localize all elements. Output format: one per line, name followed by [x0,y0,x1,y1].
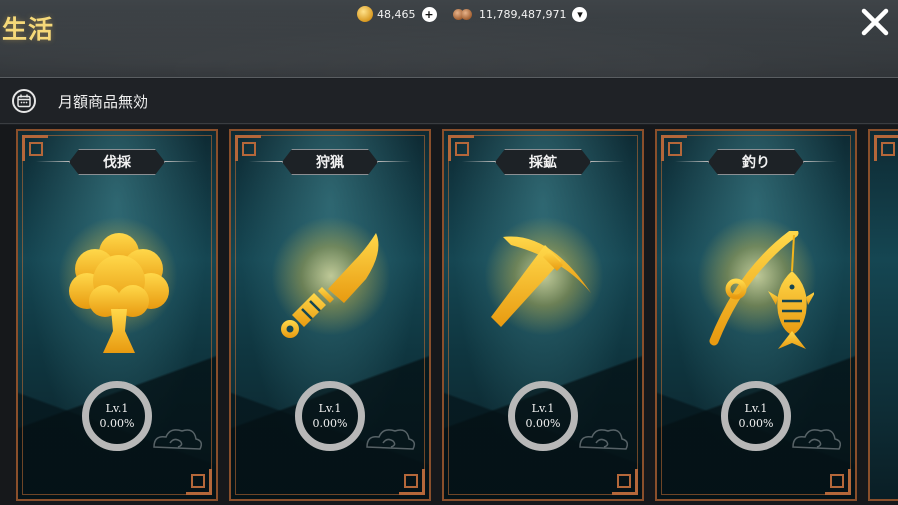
gold-coin-icon [357,6,373,22]
subscription-status-text: 月額商品無効 [58,92,149,111]
skill-label: 伐採 [69,149,165,175]
knife-icon [281,233,379,338]
level-text: Lv.1 [744,402,768,415]
calendar-icon [12,89,36,113]
subscription-notice: 月額商品無効 [0,79,898,124]
cloud-ornament-icon [153,429,203,450]
silver-currency: 11,789,487,971 ▾ [453,5,588,23]
silver-amount: 11,789,487,971 [479,7,567,21]
level-progress-ring: Lv.1 0.00% [82,381,152,451]
level-text: Lv.1 [105,402,129,415]
level-text: Lv.1 [531,402,555,415]
skill-label: 採鉱 [495,149,591,175]
life-skill-list: 伐採 Lv.1 0.00% 狩猟 Lv.1 0.00% 採鉱 Lv.1 0.00… [0,125,898,505]
top-bar: 生活 48,465 + 11,789,487,971 ▾ [0,0,898,78]
cloud-ornament-icon [579,429,629,450]
progress-text: 0.00% [99,417,135,430]
silver-dropdown-button[interactable]: ▾ [572,6,588,22]
gold-amount: 48,465 [377,7,416,21]
add-gold-button[interactable]: + [421,6,437,22]
level-progress-ring: Lv.1 0.00% [508,381,578,451]
cloud-ornament-icon [366,429,416,450]
gold-currency: 48,465 + [357,5,437,23]
level-progress-ring: Lv.1 0.00% [295,381,365,451]
close-button[interactable] [858,5,892,39]
pickaxe-icon [491,236,591,327]
skill-card-fishing[interactable]: 釣り Lv.1 0.00% [655,129,857,501]
progress-text: 0.00% [525,417,561,430]
skill-label: 釣り [708,149,804,175]
fishing-rod-icon [709,231,814,349]
progress-text: 0.00% [312,417,348,430]
skill-card-next[interactable] [868,129,898,501]
skill-card-mining[interactable]: 採鉱 Lv.1 0.00% [442,129,644,501]
tree-icon [69,233,169,353]
cloud-ornament-icon [792,429,842,450]
level-text: Lv.1 [318,402,342,415]
skill-card-logging[interactable]: 伐採 Lv.1 0.00% [16,129,218,501]
skill-label: 狩猟 [282,149,378,175]
skill-card-hunting[interactable]: 狩猟 Lv.1 0.00% [229,129,431,501]
level-progress-ring: Lv.1 0.00% [721,381,791,451]
close-icon [861,8,889,36]
silver-coins-icon [453,8,473,20]
page-title: 生活 [2,15,55,44]
progress-text: 0.00% [738,417,774,430]
